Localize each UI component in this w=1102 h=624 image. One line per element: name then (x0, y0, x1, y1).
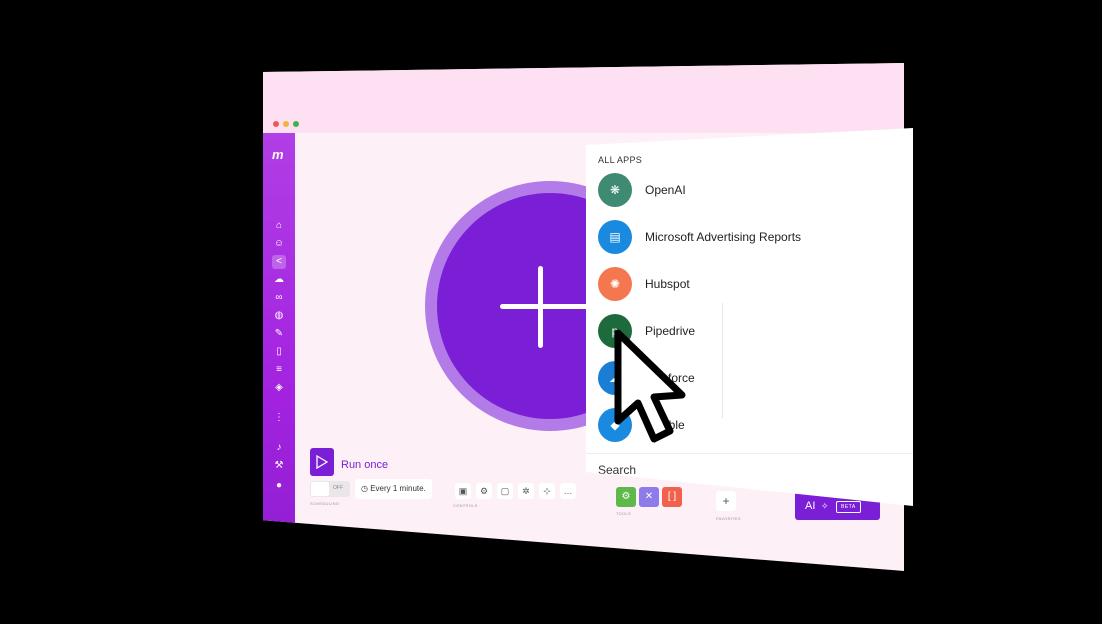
auto-align-icon[interactable]: ✲ (518, 483, 534, 499)
scheduling-toggle[interactable]: OFF (310, 481, 350, 497)
globe-icon[interactable]: ◍ (272, 309, 286, 323)
beta-badge: BETA (836, 501, 861, 513)
bell-icon[interactable]: ♪ (272, 441, 286, 455)
share-icon[interactable]: < (272, 255, 286, 269)
toggle-state: OFF (333, 485, 343, 491)
home-icon[interactable]: ⌂ (272, 219, 286, 233)
schedule-setting[interactable]: ◷ Every 1 minute. (355, 479, 432, 499)
microsoft-advertising-icon: ▤ (598, 220, 632, 254)
database-icon[interactable]: ≡ (272, 363, 286, 377)
screen: m ⌂ ☺ < ☁ ∞ ◍ ✎ ▯ ≡ ◈ ⋮ ♪ ⚒ ● Run once O… (10, 6, 1096, 622)
more-icon[interactable]: ⋮ (272, 411, 286, 425)
openai-icon: ❋ (598, 173, 632, 207)
title-bar (263, 63, 904, 133)
controls-label: CONTROLS (453, 503, 478, 508)
flow-icon[interactable]: ⊹ (539, 483, 555, 499)
cloud-icon[interactable]: ☁ (272, 273, 286, 287)
tools-json-icon[interactable]: [ ] (662, 487, 682, 507)
wrench-icon[interactable]: ⚒ (272, 459, 286, 473)
app-name: Hubspot (645, 277, 690, 291)
app-name: Microsoft Advertising Reports (645, 230, 802, 244)
tools-label: TOOLS (616, 511, 631, 516)
clock-icon: ◷ (361, 484, 371, 493)
save-icon[interactable]: ▣ (455, 483, 471, 499)
minimize-button[interactable] (283, 121, 289, 127)
cube-icon[interactable]: ◈ (272, 381, 286, 395)
play-icon (316, 455, 328, 469)
run-once-button[interactable] (310, 448, 334, 476)
plus-icon (500, 304, 594, 309)
all-apps-panel: ALL APPS ❋ OpenAI ▤ Microsoft Advertisin… (586, 128, 913, 506)
link-icon[interactable]: ∞ (272, 291, 286, 305)
toggle-knob (311, 482, 329, 496)
pen-icon[interactable]: ✎ (272, 327, 286, 341)
hubspot-icon: ✺ (598, 267, 632, 301)
sidebar: m ⌂ ☺ < ☁ ∞ ◍ ✎ ▯ ≡ ◈ ⋮ ♪ ⚒ ● (263, 133, 295, 571)
more-options-icon[interactable]: … (560, 483, 576, 499)
close-button[interactable] (273, 121, 279, 127)
scheduling-label: SCHEDULING (310, 501, 340, 506)
avatar[interactable]: ● (272, 479, 286, 493)
phone-icon[interactable]: ▯ (272, 345, 286, 359)
tools-router-icon[interactable]: ✕ (639, 487, 659, 507)
favorites-label: FAVORITES (716, 516, 741, 521)
add-favorite-button[interactable]: + (716, 491, 736, 511)
app-name: OpenAI (645, 183, 686, 197)
ai-label: AI (805, 500, 816, 512)
run-once-label: Run once (341, 459, 389, 471)
maximize-button[interactable] (293, 121, 299, 127)
all-apps-title: ALL APPS (598, 155, 643, 165)
mouse-cursor-icon (614, 329, 686, 443)
users-icon[interactable]: ☺ (272, 237, 286, 251)
window-controls (273, 121, 299, 127)
tools-gear-icon[interactable]: ⚙ (616, 487, 636, 507)
column-divider (722, 303, 723, 418)
schedule-value: Every 1 minute. (370, 484, 426, 493)
search-separator (586, 453, 913, 454)
plus-icon-vertical (538, 266, 543, 348)
notes-icon[interactable]: ▢ (497, 483, 513, 499)
make-logo: m (272, 147, 284, 162)
settings-icon[interactable]: ⚙ (476, 483, 492, 499)
